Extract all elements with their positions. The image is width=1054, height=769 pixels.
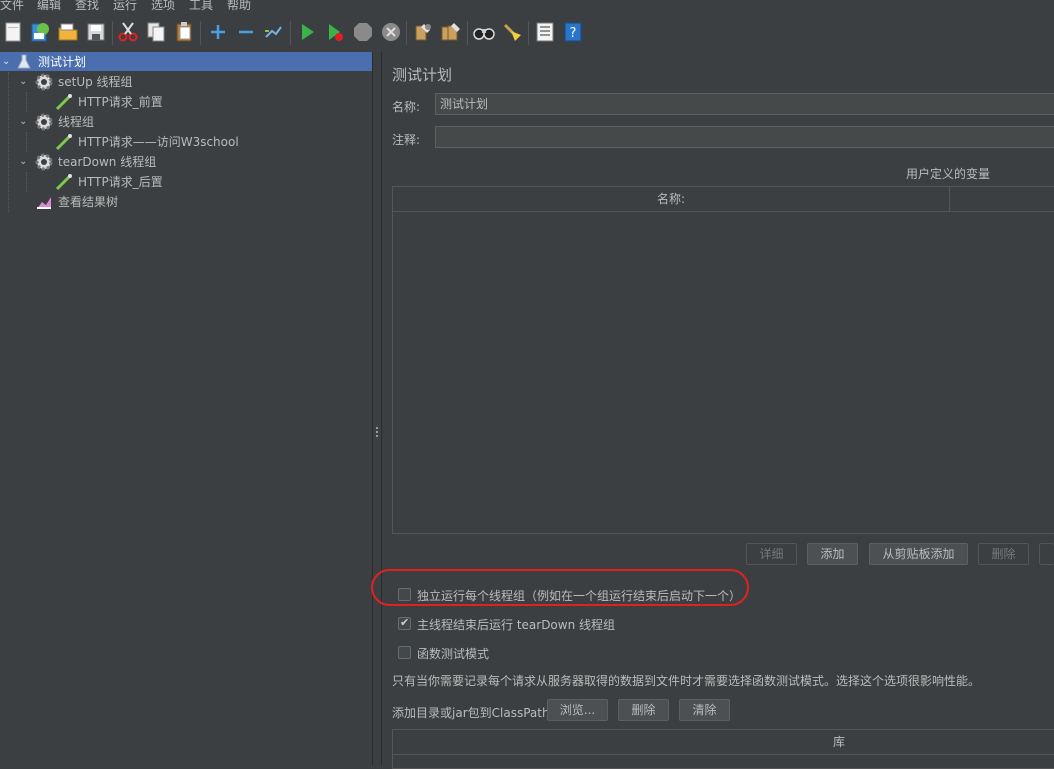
tree-item-label: 查看结果树 [58, 195, 119, 209]
save-icon[interactable] [85, 21, 107, 43]
chevron-down-icon[interactable]: ⌄ [19, 72, 27, 92]
classpath-clear-button[interactable]: 清除 [679, 699, 730, 721]
tree-item-test-plan[interactable]: ⌄ 测试计划 [0, 52, 372, 72]
tree-item-setup-thread-group[interactable]: ⌄ setUp 线程组 [0, 72, 372, 92]
user-variables-table[interactable]: 名称: [392, 186, 1054, 534]
start-no-pause-icon[interactable] [324, 21, 346, 43]
help-icon[interactable]: ? [562, 21, 584, 43]
test-plan-panel: 测试计划 名称: 测试计划 注释: 用户定义的变量 名称: 详细 添加 从剪贴板… [382, 52, 1054, 769]
column-header-value[interactable] [950, 187, 1054, 211]
user-defined-variables-caption: 用户定义的变量 [906, 167, 991, 181]
shutdown-icon[interactable] [380, 21, 402, 43]
gear-icon [35, 153, 53, 171]
divider-grip [376, 427, 379, 439]
tree-item-view-results-tree[interactable]: 查看结果树 [0, 192, 372, 212]
search-icon[interactable] [473, 21, 495, 43]
tree-item-label: HTTP请求——访问W3school [78, 135, 239, 149]
chevron-down-icon[interactable]: ⌄ [2, 52, 10, 72]
test-plan-icon [17, 54, 31, 70]
tree-item-thread-group[interactable]: ⌄ 线程组 [0, 112, 372, 132]
clear-all-icon[interactable] [440, 21, 462, 43]
functional-test-mode-checkbox[interactable] [398, 646, 411, 659]
browse-button[interactable]: 浏览... [547, 699, 608, 721]
expand-icon[interactable] [207, 21, 229, 43]
tree-item-label: HTTP请求_后置 [78, 175, 163, 189]
classpath-label: 添加目录或jar包到ClassPath [392, 706, 550, 720]
toggle-icon[interactable] [262, 21, 284, 43]
tree-item-http-w3school[interactable]: HTTP请求——访问W3school [0, 132, 372, 152]
add-from-clipboard-button[interactable]: 从剪贴板添加 [869, 543, 968, 565]
collapse-icon[interactable] [235, 21, 257, 43]
menu-file[interactable]: 文件 [0, 0, 24, 13]
functional-mode-note: 只有当你需要记录每个请求从服务器取得的数据到文件时才需要选择函数测试模式。选择这… [392, 674, 981, 688]
run-teardown-after-shutdown-checkbox[interactable]: ✔ [398, 616, 411, 630]
cut-icon[interactable] [117, 21, 139, 43]
add-button[interactable]: 添加 [807, 543, 858, 565]
page-title: 测试计划 [392, 66, 453, 84]
toolbar: ? [0, 13, 1054, 53]
column-header-name[interactable]: 名称: [393, 187, 950, 211]
menu-search[interactable]: 查找 [75, 0, 99, 13]
menu-edit[interactable]: 编辑 [37, 0, 61, 13]
gear-icon [35, 73, 53, 91]
split-pane-divider[interactable] [372, 52, 382, 765]
paste-icon[interactable] [173, 21, 195, 43]
stop-icon[interactable] [352, 21, 374, 43]
highlight-annotation [371, 569, 749, 606]
checkbox-label: 函数测试模式 [417, 647, 490, 661]
http-sampler-icon [55, 133, 73, 151]
tree-item-teardown-thread-group[interactable]: ⌄ tearDown 线程组 [0, 152, 372, 172]
checkbox-label: 主线程结束后运行 tearDown 线程组 [417, 618, 616, 632]
checkmark-icon: ✔ [400, 616, 410, 629]
svg-text:?: ? [570, 26, 577, 41]
table-header: 库 [393, 730, 1054, 755]
copy-icon[interactable] [145, 21, 167, 43]
chevron-down-icon[interactable]: ⌄ [19, 112, 27, 132]
open-icon[interactable] [57, 21, 79, 43]
name-field[interactable]: 测试计划 [435, 93, 1054, 115]
tree-item-label: tearDown 线程组 [58, 155, 157, 169]
tree-item-label: 线程组 [58, 115, 95, 129]
menu-options[interactable]: 选项 [151, 0, 175, 13]
detail-button[interactable]: 详细 [746, 543, 797, 565]
classpath-library-table[interactable]: 库 [392, 729, 1054, 769]
menu-run[interactable]: 运行 [113, 0, 137, 13]
http-sampler-icon [55, 173, 73, 191]
menu-help[interactable]: 帮助 [227, 0, 251, 13]
table-header: 名称: [393, 187, 1054, 212]
tree-item-http-pre[interactable]: HTTP请求_前置 [0, 92, 372, 112]
tree-item-label: setUp 线程组 [58, 75, 133, 89]
test-plan-tree: ⌄ 测试计划 ⌄ setUp 线程组 HTTP请求_前置 ⌄ 线程组 HTTP请… [0, 52, 372, 765]
menu-bar: 文件 编辑 查找 运行 选项 工具 帮助 [0, 0, 1054, 13]
column-header-library[interactable]: 库 [393, 730, 1054, 754]
comment-field[interactable] [435, 126, 1054, 148]
menu-tools[interactable]: 工具 [189, 0, 213, 13]
http-sampler-icon [55, 93, 73, 111]
templates-icon[interactable] [29, 21, 51, 43]
delete-button[interactable]: 删除 [978, 543, 1029, 565]
function-helper-icon[interactable] [534, 21, 556, 43]
classpath-delete-button[interactable]: 删除 [618, 699, 669, 721]
start-icon[interactable] [296, 21, 318, 43]
gear-icon [35, 113, 53, 131]
reset-search-icon[interactable] [501, 21, 523, 43]
clear-icon[interactable] [412, 21, 434, 43]
chevron-down-icon[interactable]: ⌄ [19, 152, 27, 172]
result-tree-icon [36, 194, 52, 210]
name-label: 名称: [392, 100, 421, 114]
new-icon[interactable] [2, 21, 24, 43]
tree-item-label: HTTP请求_前置 [78, 95, 163, 109]
comment-label: 注释: [392, 133, 421, 147]
more-button[interactable] [1039, 543, 1054, 565]
tree-item-label: 测试计划 [38, 55, 87, 69]
tree-item-http-post[interactable]: HTTP请求_后置 [0, 172, 372, 192]
